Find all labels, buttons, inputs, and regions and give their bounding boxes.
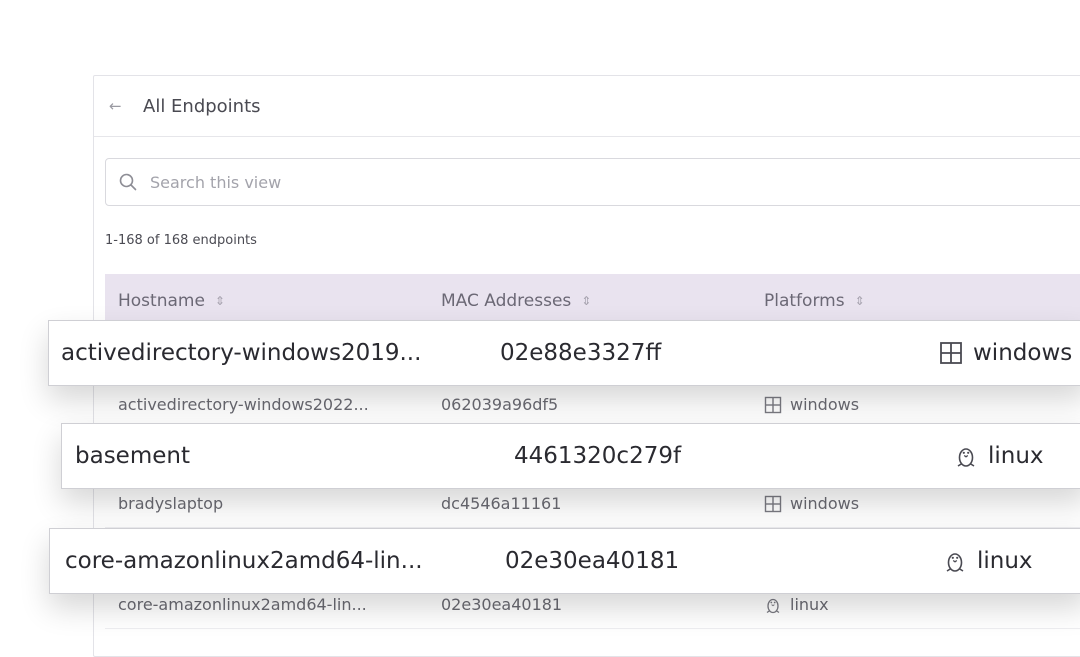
mac-cell: 4461320c279f [514, 443, 682, 469]
column-label: Platforms [764, 291, 845, 311]
linux-icon [764, 596, 782, 614]
back-row[interactable]: ← All Endpoints [94, 76, 1080, 137]
sort-icon[interactable]: ⇕ [215, 294, 225, 308]
hostname-cell: basement [75, 443, 190, 469]
platform-label: windows [790, 395, 860, 414]
mac-cell: 02e30ea40181 [505, 548, 680, 574]
linux-icon [943, 549, 967, 573]
linux-icon [954, 444, 978, 468]
windows-icon [764, 396, 782, 414]
magnified-row[interactable]: activedirectory-windows2019... 02e88e332… [48, 320, 1080, 386]
platform-cell: windows [939, 321, 1072, 385]
platform-label: windows [790, 494, 860, 513]
column-label: Hostname [118, 291, 205, 311]
platform-cell: linux [943, 529, 1033, 593]
platform-label: linux [988, 443, 1044, 469]
search-box[interactable] [105, 158, 1080, 206]
back-link-all-endpoints[interactable]: All Endpoints [143, 96, 261, 117]
mac-cell: 062039a96df5 [441, 395, 559, 414]
search-icon [119, 173, 137, 191]
windows-icon [764, 495, 782, 513]
hostname-cell: core-amazonlinux2amd64-lin... [65, 548, 423, 574]
windows-icon [939, 341, 963, 365]
sort-icon[interactable]: ⇕ [581, 294, 591, 308]
endpoint-count: 1-168 of 168 endpoints [105, 233, 257, 248]
sort-icon[interactable]: ⇕ [855, 294, 865, 308]
search-input[interactable] [148, 171, 952, 193]
table-row[interactable]: activedirectory-windows2022... 062039a96… [105, 381, 1080, 429]
platform-cell: linux [954, 424, 1044, 488]
platform-cell: windows [764, 381, 859, 428]
platform-label: windows [973, 340, 1073, 366]
hostname-cell: activedirectory-windows2019... [61, 340, 422, 366]
mac-cell: 02e88e3327ff [500, 340, 662, 366]
magnified-row[interactable]: basement 4461320c279f linux [61, 423, 1080, 489]
magnified-row[interactable]: core-amazonlinux2amd64-lin... 02e30ea401… [49, 528, 1080, 594]
hostname-cell: activedirectory-windows2022... [118, 395, 369, 414]
column-label: MAC Addresses [441, 291, 572, 311]
arrow-left-icon[interactable]: ← [109, 97, 131, 115]
platform-label: linux [977, 548, 1033, 574]
platform-label: linux [790, 595, 829, 614]
